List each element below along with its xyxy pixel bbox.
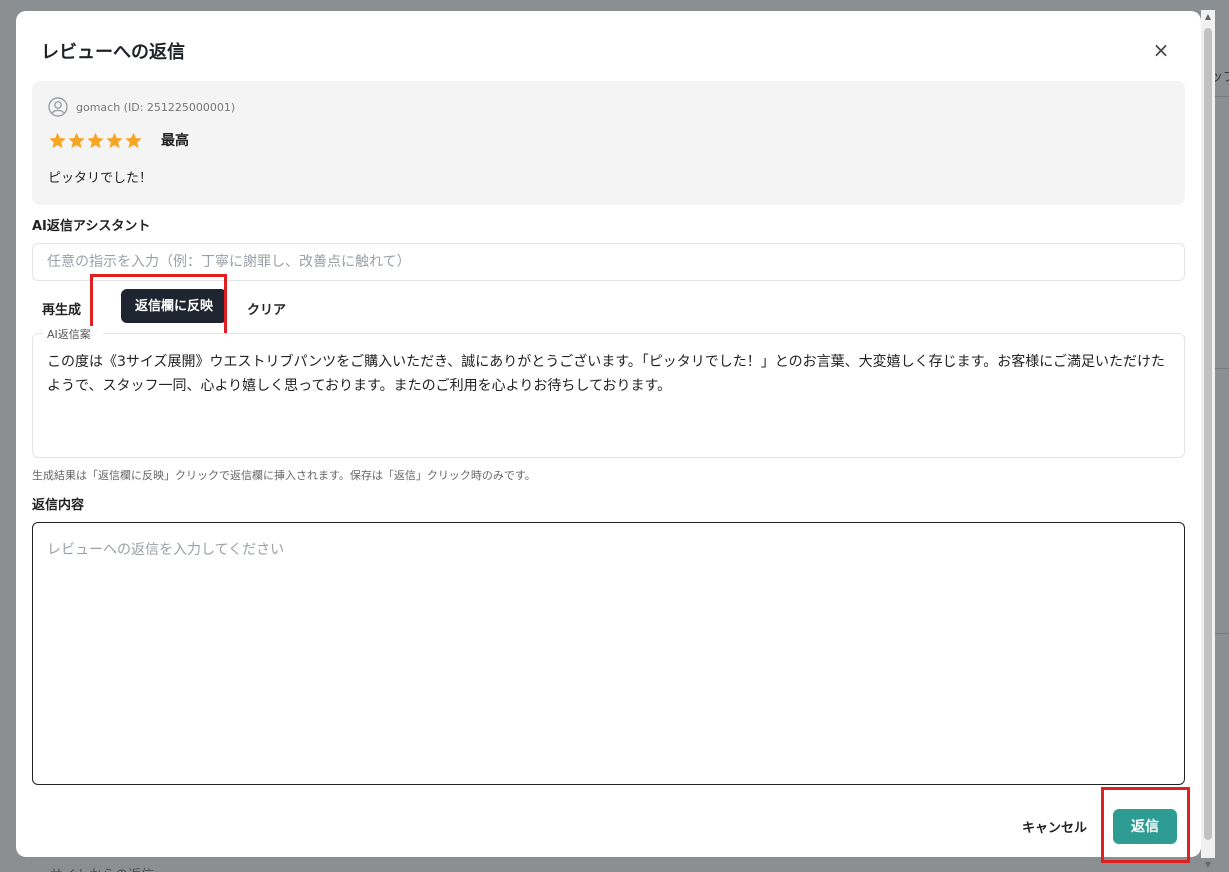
- star-icon: [68, 132, 85, 148]
- dialog-title: レビューへの返信: [41, 42, 185, 63]
- regenerate-button[interactable]: 再生成: [42, 299, 81, 318]
- star-icon: [106, 132, 123, 148]
- reply-textarea[interactable]: [32, 522, 1185, 785]
- star-icon: [87, 132, 104, 148]
- scrollbar-thumb[interactable]: [1204, 28, 1212, 840]
- review-card: gomach (ID: 251225000001) 最高 ピッタリでした！: [32, 81, 1185, 205]
- reply-dialog: レビューへの返信 × gomach (ID: 251225000001) 最高 …: [16, 11, 1201, 863]
- reply-content-label: 返信内容: [32, 498, 85, 513]
- review-user: gomach (ID: 251225000001): [48, 97, 235, 117]
- star-rating: 最高: [48, 130, 189, 150]
- helper-text: 生成結果は「返信欄に反映」クリックで返信欄に挿入されます。保存は「返信」クリック…: [32, 469, 536, 482]
- ai-draft-legend: AI返信案: [43, 326, 103, 340]
- star-icon: [49, 132, 66, 148]
- ai-draft-text: この度は《3サイズ展開》ウエストリブパンツをご購入いただき、誠にありがとうござい…: [47, 354, 1165, 394]
- rating-label: 最高: [161, 133, 189, 149]
- scroll-down-icon[interactable]: ▼: [1203, 860, 1213, 870]
- highlight-box-reflect: [90, 274, 227, 338]
- background-bottom-text: サイトからの返信: [50, 864, 154, 872]
- user-avatar-icon: [48, 97, 68, 117]
- clear-button[interactable]: クリア: [247, 299, 286, 318]
- scroll-up-icon[interactable]: ▲: [1203, 12, 1213, 22]
- ai-draft-box: AI返信案 この度は《3サイズ展開》ウエストリブパンツをご購入いただき、誠にあり…: [32, 326, 1185, 458]
- review-text: ピッタリでした！: [48, 171, 153, 186]
- star-icon: [125, 132, 142, 148]
- ai-assistant-label: AI返信アシスタント: [32, 219, 151, 234]
- scrollbar[interactable]: ▲ ▼: [1201, 10, 1215, 869]
- highlight-box-submit: [1101, 787, 1190, 863]
- review-user-name: gomach (ID: 251225000001): [76, 100, 236, 114]
- close-icon[interactable]: ×: [1149, 38, 1173, 62]
- cancel-button[interactable]: キャンセル: [1022, 817, 1087, 836]
